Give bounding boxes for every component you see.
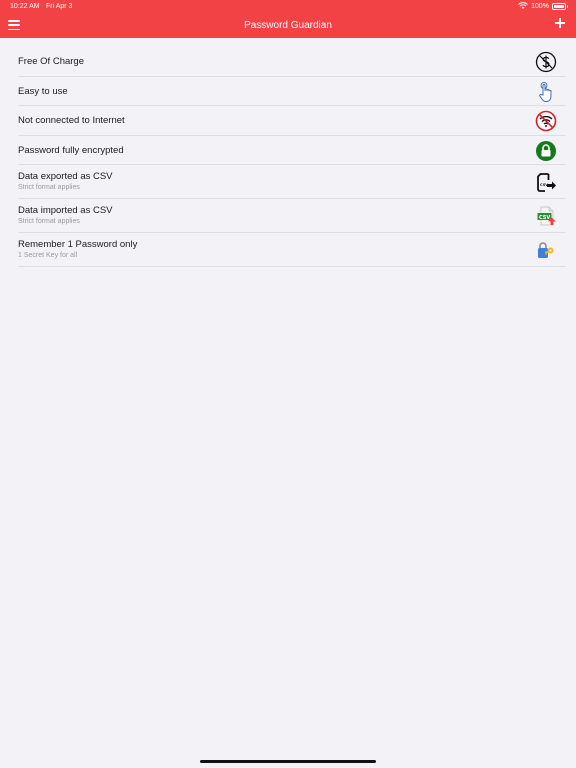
list-item-title: Free Of Charge — [18, 56, 84, 67]
lock-icon — [535, 140, 557, 162]
battery-icon — [552, 2, 568, 10]
list-item-import-csv[interactable]: Data imported as CSV Strict format appli… — [18, 199, 566, 233]
list-item-title: Remember 1 Password only — [18, 239, 138, 250]
csv-import-icon: CSV — [535, 205, 557, 227]
list-item-export-csv[interactable]: Data exported as CSV Strict format appli… — [18, 165, 566, 199]
list-item-title: Data imported as CSV — [18, 205, 113, 216]
status-time: 10:22 AM — [10, 3, 40, 10]
status-bar: 10:22 AM Fri Apr 3 100% — [0, 0, 576, 14]
list-item-subtitle: Strict format applies — [18, 218, 80, 225]
no-dollar-icon — [535, 51, 557, 73]
list-item-not-connected[interactable]: Not connected to Internet — [18, 106, 566, 136]
home-indicator[interactable] — [200, 760, 376, 763]
list-item-easy-to-use[interactable]: Easy to use — [18, 77, 566, 106]
no-wifi-icon — [535, 110, 557, 132]
list-item-free-of-charge[interactable]: Free Of Charge — [18, 47, 566, 77]
status-date: Fri Apr 3 — [46, 3, 73, 10]
list-item-subtitle: Strict format applies — [18, 184, 80, 191]
list-item-title: Password fully encrypted — [18, 144, 124, 156]
csv-export-icon: CSV — [535, 171, 557, 193]
tap-hand-icon — [535, 81, 557, 103]
list-item-one-password[interactable]: Remember 1 Password only 1 Secret Key fo… — [18, 233, 566, 267]
wifi-icon — [518, 2, 528, 9]
list-item-encrypted[interactable]: Password fully encrypted — [18, 136, 566, 165]
add-button[interactable] — [554, 17, 566, 29]
feature-list: Free Of Charge Easy to use Not connected… — [18, 47, 566, 267]
page-title: Password Guardian — [244, 20, 332, 31]
csv-icon-label: CSV — [539, 215, 550, 221]
list-item-title: Easy to use — [18, 85, 68, 97]
list-item-title: Not connected to Internet — [18, 115, 125, 126]
battery-percent: 100% — [531, 2, 549, 10]
navigation-bar: Password Guardian — [0, 14, 576, 38]
status-indicators: 100% — [518, 2, 568, 10]
app-header: 10:22 AM Fri Apr 3 100% Password Guardia… — [0, 0, 576, 38]
list-item-title: Data exported as CSV — [18, 171, 113, 182]
key-lock-icon — [535, 239, 557, 261]
list-item-subtitle: 1 Secret Key for all — [18, 252, 78, 259]
